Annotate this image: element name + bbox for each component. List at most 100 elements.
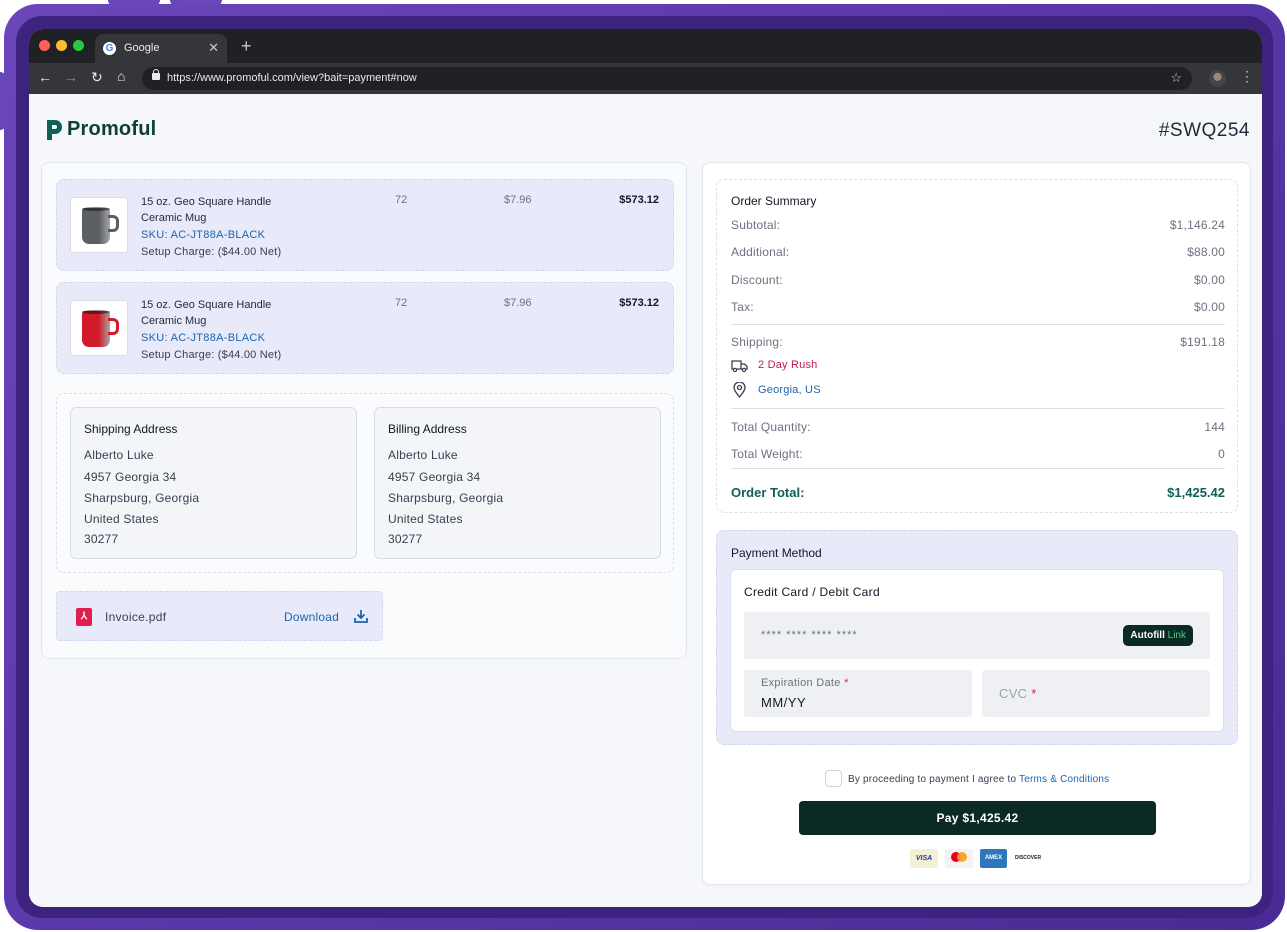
additional-value: $88.00 <box>1187 245 1225 259</box>
order-total-row: Order Total: $1,425.42 <box>731 485 1225 500</box>
link-brand-label: Link <box>1167 630 1186 641</box>
payment-method-title: Payment Method <box>731 546 822 560</box>
mug-handle-graphic <box>108 215 119 232</box>
tax-label: Tax: <box>731 300 754 314</box>
home-icon[interactable]: ⌂ <box>117 68 125 84</box>
mug-rim-graphic <box>82 310 110 314</box>
subtotal-label: Subtotal: <box>731 218 781 232</box>
expiration-placeholder: MM/YY <box>761 695 807 710</box>
tax-row: Tax: $0.00 <box>731 300 1225 314</box>
address-country: United States <box>388 512 463 526</box>
required-asterisk: * <box>1031 686 1037 701</box>
checkout-summary-card: Order Summary Subtotal: $1,146.24 Additi… <box>702 162 1251 885</box>
browser-toolbar: ← → ↻ ⌂ https://www.promoful.com/view?ba… <box>29 63 1262 94</box>
amex-icon: AMEX <box>980 849 1007 868</box>
unit-price: $7.96 <box>504 297 532 309</box>
product-name: 15 oz. Geo Square Handle Ceramic Mug <box>141 299 272 327</box>
expiration-date-label: Expiration Date * <box>761 677 849 689</box>
device-side-button <box>0 72 6 130</box>
download-icon[interactable] <box>353 608 369 624</box>
autofill-link-button[interactable]: Autofill Link <box>1123 625 1193 646</box>
line-total: $573.12 <box>619 297 659 309</box>
device-button <box>170 0 222 6</box>
quantity-row: Total Quantity: 144 <box>731 420 1225 434</box>
shipping-address-title: Shipping Address <box>84 422 178 436</box>
order-id: #SWQ254 <box>1158 120 1250 141</box>
setup-charge: Setup Charge: ($44.00 Net) <box>141 349 282 361</box>
address-bar[interactable]: https://www.promoful.com/view?bait=payme… <box>142 67 1192 90</box>
terms-link[interactable]: Terms & Conditions <box>1019 774 1109 785</box>
browser-window: G Google ✕ + ← → ↻ ⌂ https://www.promofu… <box>29 29 1262 907</box>
invoice-download: ⅄ Invoice.pdf Download <box>56 591 383 641</box>
mug-handle-graphic <box>108 318 119 335</box>
card-brands: VISA AMEX DISCOVER <box>910 849 1050 869</box>
mug-graphic <box>82 311 110 347</box>
discover-icon: DISCOVER <box>1013 849 1043 868</box>
required-asterisk: * <box>844 677 849 689</box>
tax-value: $0.00 <box>1193 300 1225 314</box>
mastercard-logo-graphic <box>951 852 967 862</box>
card-form-title: Credit Card / Debit Card <box>744 585 880 599</box>
item-quantity: 72 <box>395 297 408 309</box>
discount-row: Discount: $0.00 <box>731 273 1225 287</box>
download-link[interactable]: Download <box>284 610 339 624</box>
summary-divider <box>731 324 1225 325</box>
terms-statement: By proceeding to payment I agree to <box>848 774 1017 785</box>
card-form: Credit Card / Debit Card **** **** **** … <box>730 569 1224 732</box>
mug-rim-graphic <box>82 207 110 211</box>
summary-divider <box>731 408 1225 409</box>
address-country: United States <box>84 512 159 526</box>
profile-avatar[interactable] <box>1209 70 1226 87</box>
quantity-value: 144 <box>1204 420 1225 434</box>
autofill-label: Autofill <box>1130 630 1165 641</box>
address-street: 4957 Georgia 34 <box>388 470 481 484</box>
card-number-field[interactable]: **** **** **** **** Autofill Link <box>744 612 1210 659</box>
pdf-icon: ⅄ <box>76 608 92 626</box>
shipping-row: Shipping: $191.18 <box>731 335 1225 349</box>
expiration-date-field[interactable]: Expiration Date * MM/YY <box>744 670 972 717</box>
subtotal-value: $1,146.24 <box>1169 218 1225 232</box>
forward-icon[interactable]: → <box>64 69 78 85</box>
order-total-value: $1,425.42 <box>1167 485 1225 500</box>
terms-text: By proceeding to payment I agree to Term… <box>848 774 1109 785</box>
order-summary-title: Order Summary <box>731 194 817 208</box>
minimize-window-dot[interactable] <box>56 40 67 51</box>
address-street: 4957 Georgia 34 <box>84 470 177 484</box>
terms-checkbox[interactable] <box>825 770 842 787</box>
order-total-label: Order Total: <box>731 485 805 500</box>
promoful-logo-icon <box>47 120 62 140</box>
weight-label: Total Weight: <box>731 447 803 461</box>
address-city: Sharpsburg, Georgia <box>388 491 504 505</box>
cvc-field[interactable]: CVC * <box>982 670 1210 717</box>
address-city: Sharpsburg, Georgia <box>84 491 200 505</box>
shipping-value: $191.18 <box>1180 335 1225 349</box>
browser-menu-icon[interactable]: ⋮ <box>1240 68 1254 85</box>
unit-price: $7.96 <box>504 194 532 206</box>
discount-value: $0.00 <box>1193 273 1225 287</box>
close-window-dot[interactable] <box>39 40 50 51</box>
url-text: https://www.promoful.com/view?bait=payme… <box>167 72 417 84</box>
address-name: Alberto Luke <box>388 448 458 462</box>
order-summary: Order Summary Subtotal: $1,146.24 Additi… <box>716 179 1238 513</box>
billing-address-card: Billing Address Alberto Luke 4957 Georgi… <box>374 407 661 559</box>
back-icon[interactable]: ← <box>38 69 52 85</box>
address-name: Alberto Luke <box>84 448 154 462</box>
cvc-placeholder: CVC * <box>999 686 1037 701</box>
item-quantity: 72 <box>395 194 408 206</box>
browser-tab[interactable]: G Google ✕ <box>95 34 227 63</box>
setup-charge: Setup Charge: ($44.00 Net) <box>141 246 282 258</box>
invoice-filename: Invoice.pdf <box>105 610 167 624</box>
subtotal-row: Subtotal: $1,146.24 <box>731 218 1225 232</box>
address-zip: 30277 <box>84 532 119 546</box>
new-tab-icon[interactable]: + <box>241 36 252 57</box>
close-tab-icon[interactable]: ✕ <box>208 40 219 56</box>
product-name: 15 oz. Geo Square Handle Ceramic Mug <box>141 196 272 224</box>
pay-button[interactable]: Pay $1,425.42 <box>799 801 1156 835</box>
weight-row: Total Weight: 0 <box>731 447 1225 461</box>
bookmark-star-icon[interactable]: ☆ <box>1170 70 1182 86</box>
reload-icon[interactable]: ↻ <box>91 69 103 86</box>
address-zip: 30277 <box>388 532 423 546</box>
brand-logo-text[interactable]: Promoful <box>67 118 156 141</box>
quantity-label: Total Quantity: <box>731 420 811 434</box>
maximize-window-dot[interactable] <box>73 40 84 51</box>
